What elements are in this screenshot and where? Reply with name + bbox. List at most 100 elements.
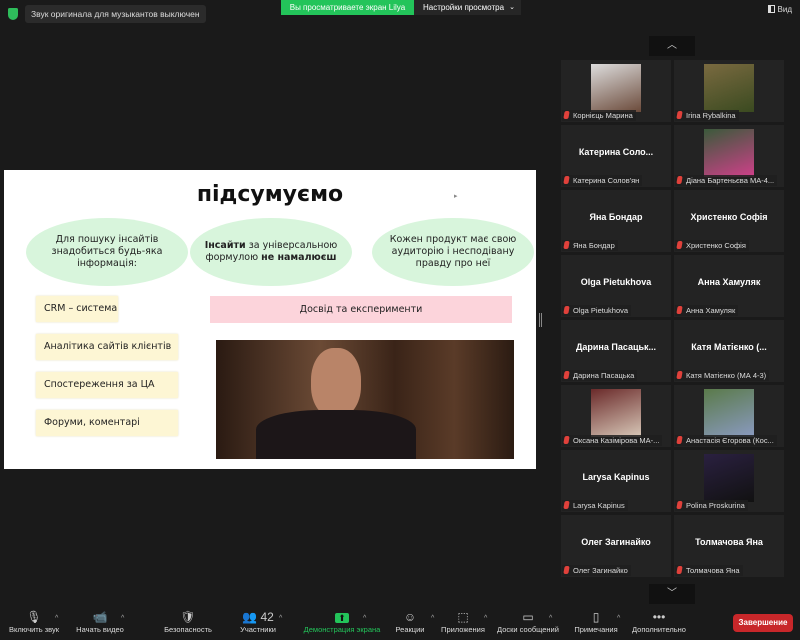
participant-tile[interactable]: Дарина Пасацьк... Дарина Пасацька	[561, 320, 671, 382]
mic-muted-icon	[563, 241, 570, 249]
participant-tile[interactable]: Корнієць Марина	[561, 60, 671, 122]
mic-muted-icon	[563, 306, 570, 314]
participant-tile[interactable]: Larysa Kapinus Larysa Kapinus	[561, 450, 671, 512]
participant-tile[interactable]: Діана Бартеньєва МА-4...	[674, 125, 784, 187]
mic-muted-icon	[563, 111, 570, 119]
participant-video	[704, 64, 754, 112]
participant-label: Larysa Kapinus	[562, 500, 628, 511]
caret-up-icon[interactable]: ^	[279, 611, 282, 627]
mic-muted-icon	[563, 566, 570, 574]
participant-label: Анастасія Єгорова (Кос...	[675, 435, 777, 446]
participant-name: Larysa Kapinus	[573, 501, 625, 510]
oval-text: Інсайти за універсальною формулою не нам…	[204, 240, 338, 263]
participant-label: Оксана Казімірова МА-...	[562, 435, 663, 446]
view-button[interactable]: Вид	[767, 5, 792, 14]
participant-name: Дарина Пасацька	[573, 371, 635, 380]
participant-label: Корнієць Марина	[562, 110, 636, 121]
slide-gif-image	[216, 340, 514, 459]
participant-name: Анна Хамуляк	[686, 306, 736, 315]
participant-tile[interactable]: Polina Proskurina	[674, 450, 784, 512]
participants-label: Участники	[240, 625, 276, 634]
participant-tile[interactable]: Олег Загинайко Олег Загинайко	[561, 515, 671, 577]
participant-name: Анастасія Єгорова (Кос...	[686, 436, 774, 445]
participant-video	[591, 64, 641, 112]
mic-muted-icon	[563, 501, 570, 509]
participant-tile[interactable]: Христенко Софія Христенко Софія	[674, 190, 784, 252]
participant-display-name: Larysa Kapinus	[582, 472, 650, 482]
mic-muted-icon	[676, 176, 683, 184]
participant-label: Irina Rybalkina	[675, 110, 739, 121]
oval-text: Для пошуку інсайтів знадобиться будь-яка…	[51, 234, 163, 269]
shared-slide: підсумуємо ▸ Для пошуку інсайтів знадоби…	[4, 170, 536, 469]
participant-label: Яна Бондар	[562, 240, 618, 251]
participant-label: Толмачова Яна	[675, 565, 743, 576]
participant-tile[interactable]: Катя Матієнко (... Катя Матієнко (МА 4-3)	[674, 320, 784, 382]
mic-muted-icon	[676, 501, 683, 509]
oval-audience: Кожен продукт має свою аудиторію і неспо…	[372, 218, 534, 286]
participants-button[interactable]: 👥 42 ^ Участники	[213, 609, 303, 634]
participant-tile[interactable]: Анна Хамуляк Анна Хамуляк	[674, 255, 784, 317]
view-icon	[767, 5, 775, 13]
start-video-button[interactable]: 📹 ^ Начать видео	[55, 609, 145, 634]
oval-insights: Інсайти за універсальною формулою не нам…	[190, 218, 352, 286]
participant-tile[interactable]: Яна Бондар Яна Бондар	[561, 190, 671, 252]
caret-up-icon[interactable]: ^	[121, 611, 124, 627]
mic-muted-icon	[563, 436, 570, 444]
gallery-up-button[interactable]: ︿	[649, 36, 695, 56]
participant-name: Діана Бартеньєва МА-4...	[686, 176, 775, 185]
participant-display-name: Толмачова Яна	[695, 537, 763, 547]
participant-name: Христенко Софія	[686, 241, 746, 250]
participant-tile[interactable]: Irina Rybalkina	[674, 60, 784, 122]
end-meeting-button[interactable]: Завершение	[733, 614, 793, 632]
participant-display-name: Катя Матієнко (...	[691, 342, 767, 352]
participant-tile[interactable]: Анастасія Єгорова (Кос...	[674, 385, 784, 447]
participant-name: Корнієць Марина	[573, 111, 633, 120]
participant-label: Діана Бартеньєва МА-4...	[675, 175, 778, 186]
participant-label: Polina Proskurina	[675, 500, 748, 511]
participant-name: Polina Proskurina	[686, 501, 745, 510]
more-icon: •••	[652, 610, 666, 624]
participant-name: Олег Загинайко	[573, 566, 628, 575]
view-label: Вид	[777, 5, 792, 14]
participant-video	[704, 454, 754, 502]
mic-muted-icon	[676, 566, 683, 574]
participant-label: Дарина Пасацька	[562, 370, 638, 381]
participant-display-name: Olga Pietukhova	[580, 277, 652, 287]
participant-video	[704, 389, 754, 437]
participant-label: Катя Матієнко (МА 4-3)	[675, 370, 770, 381]
participant-video	[591, 389, 641, 437]
mic-muted-icon	[676, 111, 683, 119]
participants-icon: 👥 42 ^	[213, 609, 303, 625]
start-video-icon: 📹 ^	[55, 609, 145, 625]
participant-label: Olga Pietukhova	[562, 305, 632, 316]
box-experience: Досвід та експерименти	[210, 296, 512, 323]
audio-note: Звук оригинала для музыкантов выключен	[25, 5, 206, 23]
participant-tile[interactable]: Оксана Казімірова МА-...	[561, 385, 671, 447]
participant-name: Толмачова Яна	[686, 566, 740, 575]
participant-display-name: Яна Бондар	[589, 212, 643, 222]
view-settings-label: Настройки просмотра	[423, 3, 505, 12]
viewing-banner: Вы просматриваете экран Lilya	[281, 0, 414, 15]
participant-tile[interactable]: Толмачова Яна Толмачова Яна	[674, 515, 784, 577]
more-button[interactable]: ••• Дополнительно	[614, 609, 704, 634]
mic-muted-icon	[676, 306, 683, 314]
participant-video	[704, 129, 754, 177]
participant-tile[interactable]: Olga Pietukhova Olga Pietukhova	[561, 255, 671, 317]
mic-muted-icon	[676, 241, 683, 249]
mic-muted-icon	[676, 371, 683, 379]
participant-display-name: Христенко Софія	[690, 212, 768, 222]
cursor-icon: ▸	[454, 193, 458, 200]
splitter-handle[interactable]	[539, 313, 542, 327]
participant-name: Катя Матієнко (МА 4-3)	[686, 371, 767, 380]
participant-label: Христенко Софія	[675, 240, 749, 251]
box-forums: Форуми, коментарі	[36, 410, 178, 436]
participant-tile[interactable]: Катерина Соло... Катерина Солов'ян	[561, 125, 671, 187]
view-settings-button[interactable]: Настройки просмотра ⌄	[414, 0, 521, 15]
participant-label: Олег Загинайко	[562, 565, 631, 576]
mic-muted-icon	[563, 176, 570, 184]
box-observation: Спостереження за ЦА	[36, 372, 178, 398]
participant-display-name: Катерина Соло...	[578, 147, 654, 157]
shield-icon[interactable]	[8, 8, 18, 20]
participant-name: Оксана Казімірова МА-...	[573, 436, 660, 445]
gallery-down-button[interactable]: ﹀	[649, 584, 695, 604]
